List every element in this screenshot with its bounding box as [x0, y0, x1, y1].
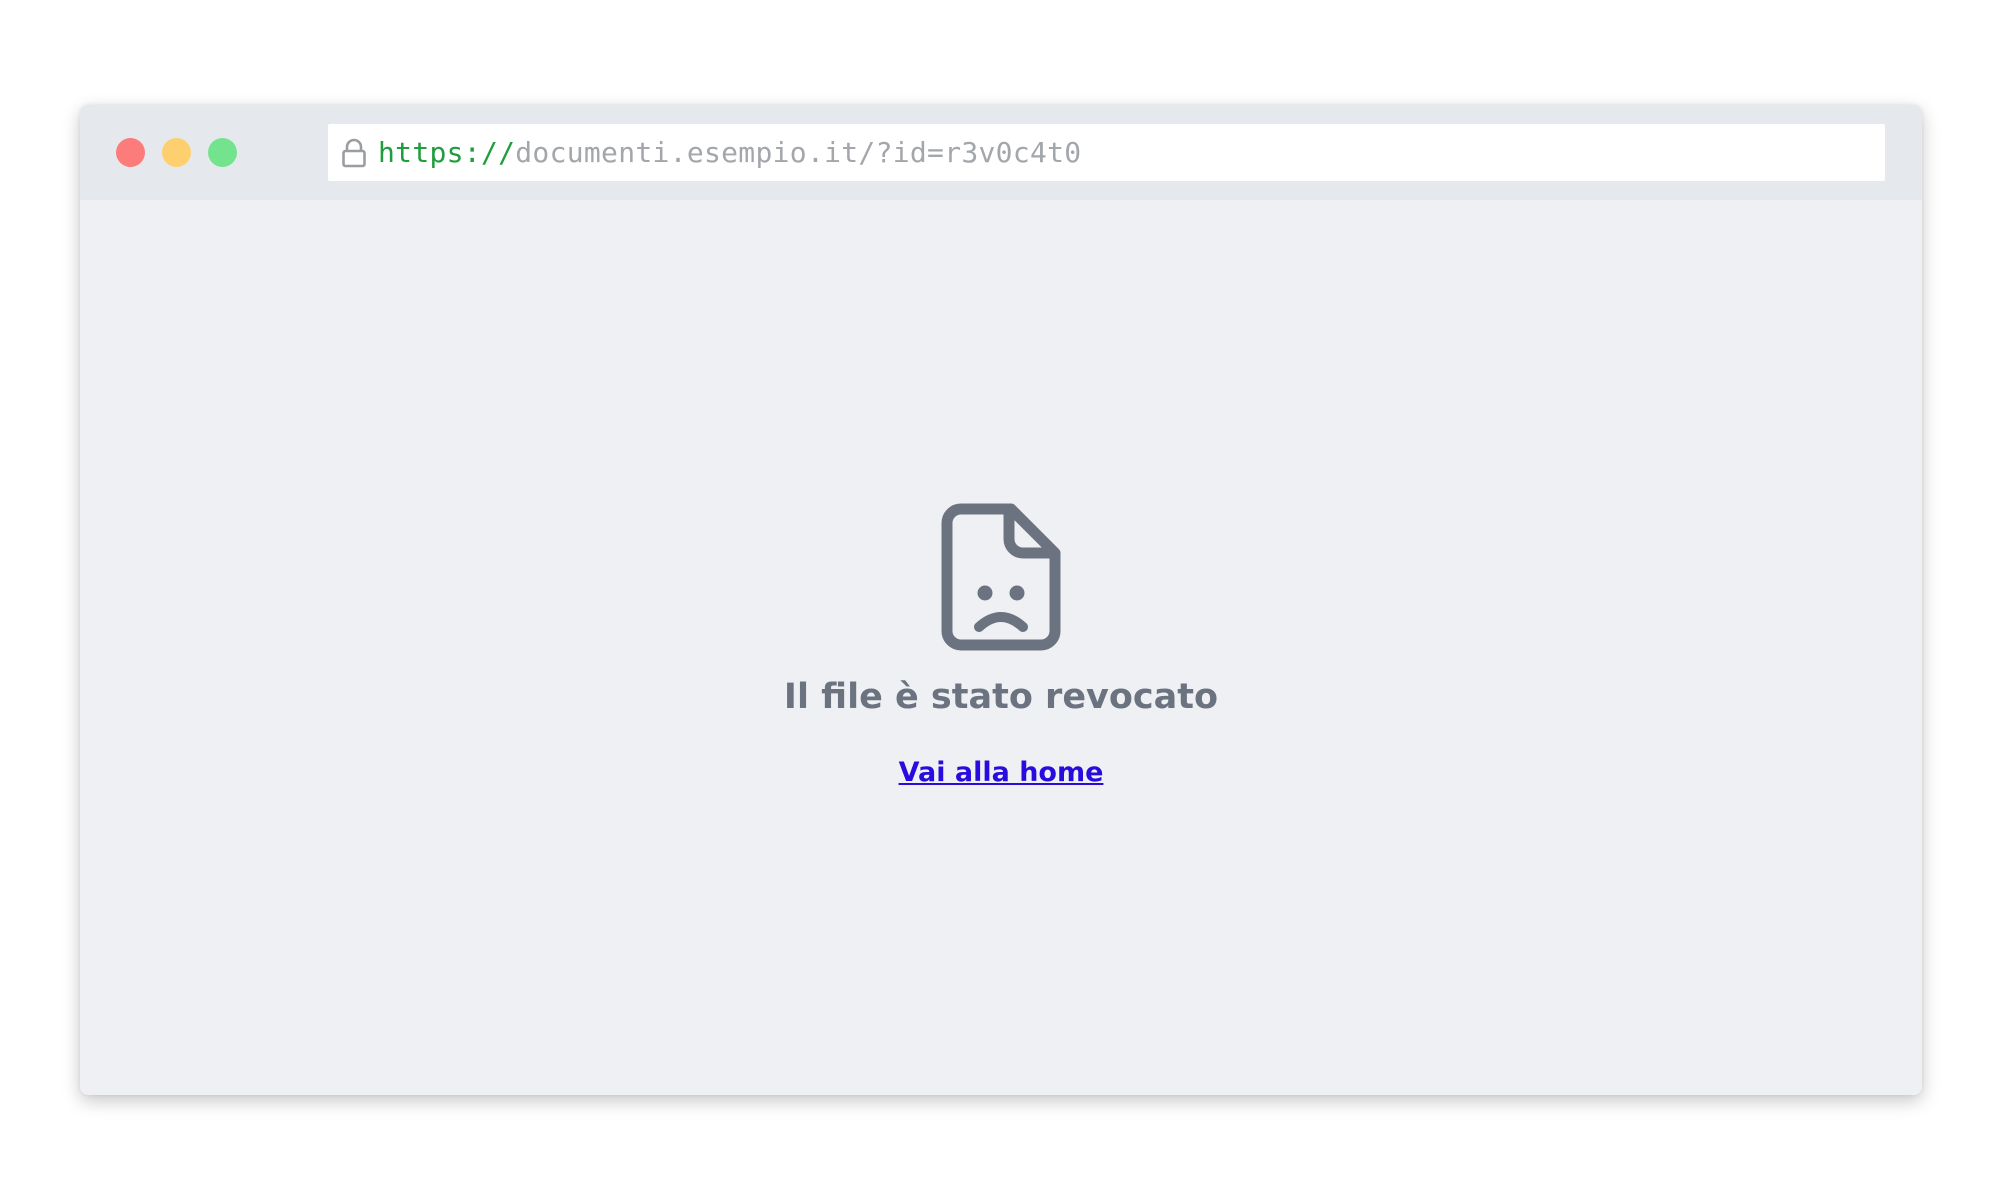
url-scheme: https:// [378, 136, 516, 169]
close-window-button[interactable] [116, 138, 145, 167]
error-title: Il file è stato revocato [783, 677, 1219, 717]
home-link[interactable]: Vai alla home [899, 757, 1104, 788]
file-sad-icon [941, 503, 1061, 651]
home-link-container: Vai alla home [80, 757, 1922, 788]
browser-titlebar: https://documenti.esempio.it/?id=r3v0c4t… [80, 105, 1922, 200]
browser-window: https://documenti.esempio.it/?id=r3v0c4t… [80, 105, 1922, 1095]
minimize-window-button[interactable] [162, 138, 191, 167]
url-text[interactable]: https://documenti.esempio.it/?id=r3v0c4t… [378, 136, 1081, 169]
lock-icon [340, 138, 368, 168]
address-bar[interactable]: https://documenti.esempio.it/?id=r3v0c4t… [328, 124, 1885, 181]
maximize-window-button[interactable] [208, 138, 237, 167]
page-content: Il file è stato revocato Vai alla home [80, 200, 1922, 1095]
url-address: documenti.esempio.it/?id=r3v0c4t0 [515, 136, 1082, 169]
